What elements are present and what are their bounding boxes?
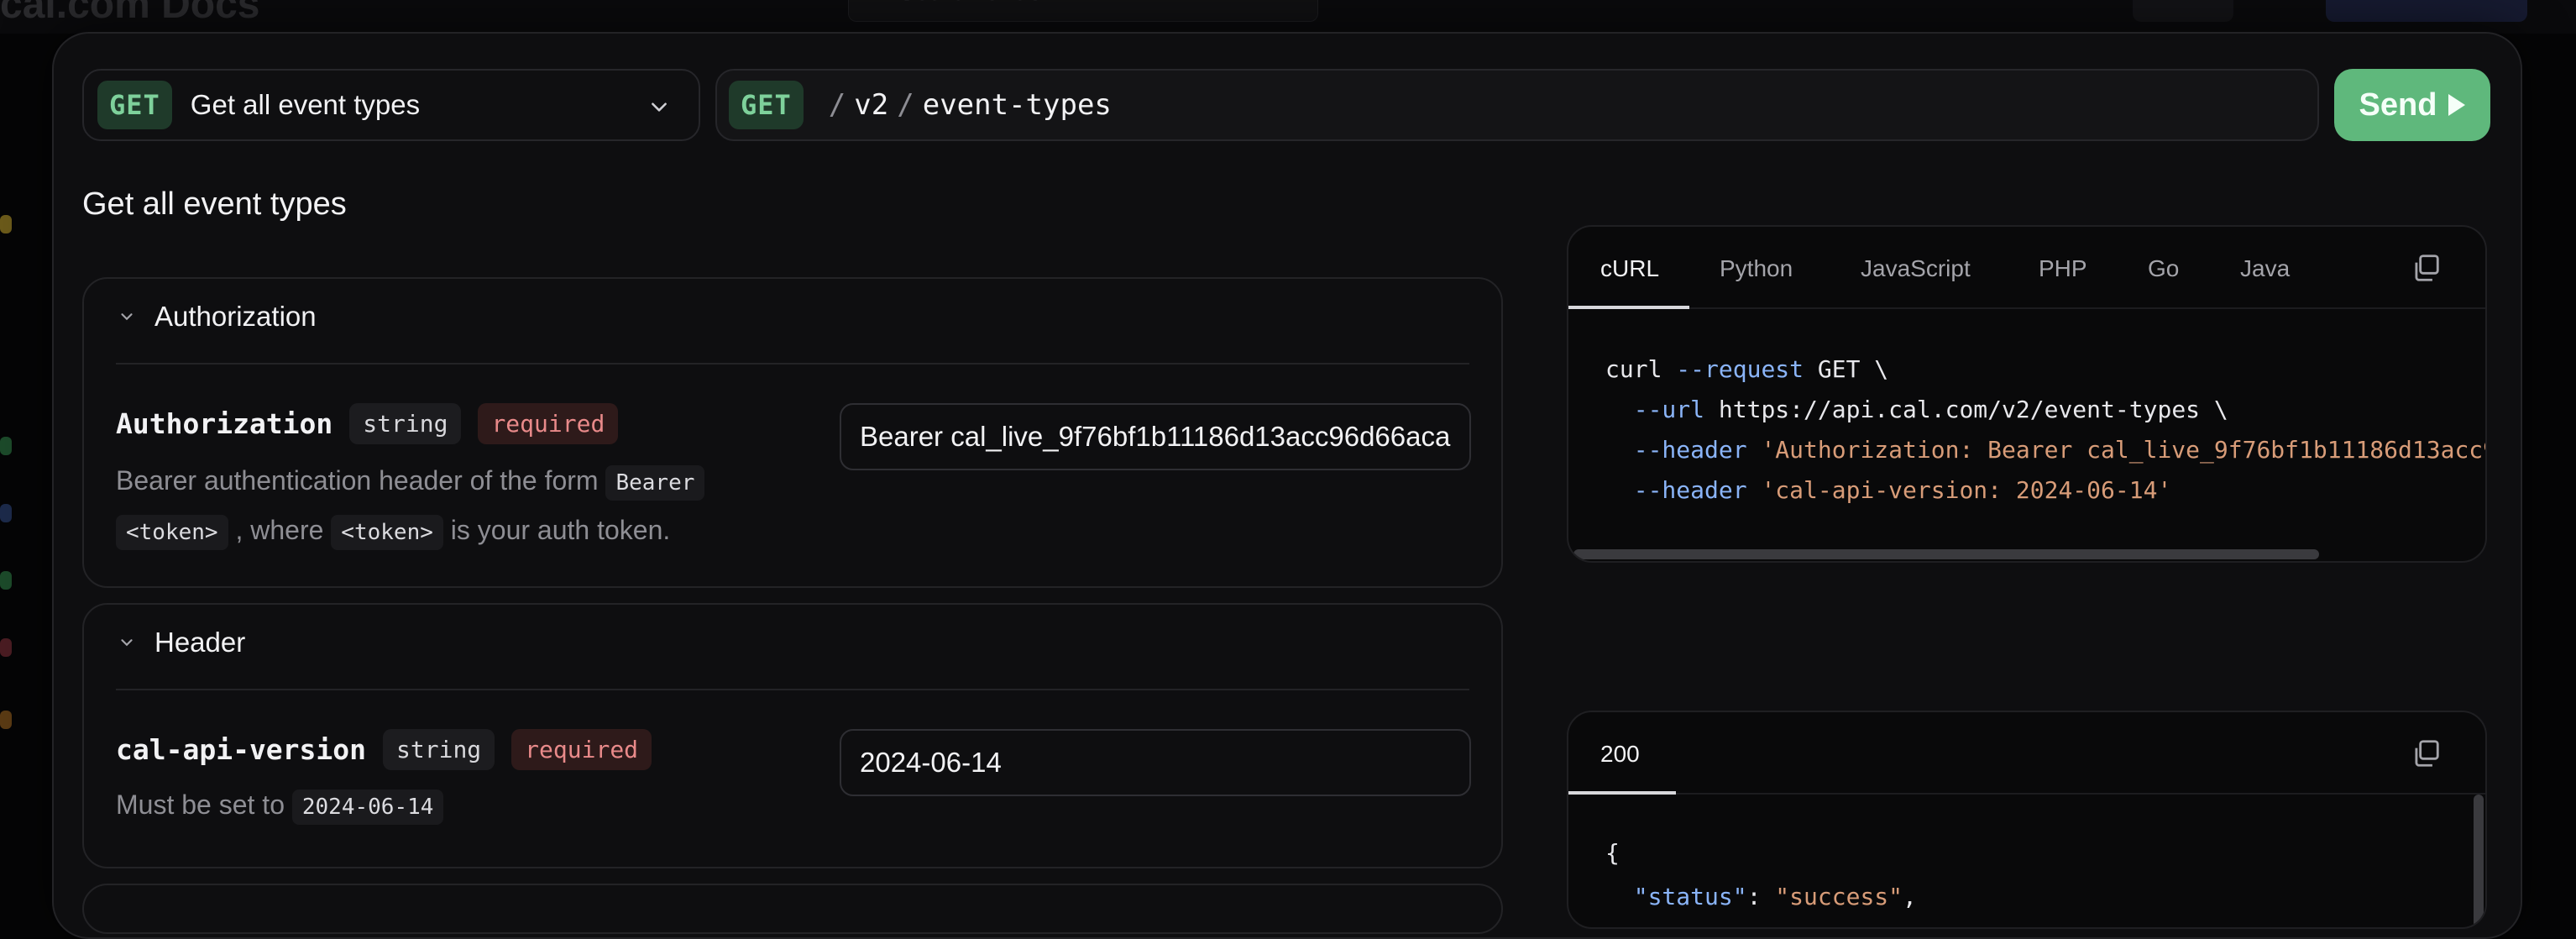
section-heading: Header — [154, 627, 246, 658]
header-section-toggle[interactable]: Header — [118, 627, 245, 658]
background-logo: cal.com Docs — [0, 0, 260, 27]
required-badge: required — [511, 729, 652, 770]
response-code: { "status": "success", — [1605, 839, 1917, 910]
tab-python[interactable]: Python — [1720, 255, 1793, 282]
header-section: Header cal-api-version string required M… — [82, 603, 1503, 868]
background-sidebar-dot — [0, 437, 12, 455]
divider — [116, 363, 1469, 365]
param-description: Bearer authentication header of the form… — [116, 457, 788, 556]
code-chip: Bearer — [605, 465, 705, 501]
background-sidebar-dot — [0, 638, 12, 657]
code-chip: <token> — [116, 515, 228, 550]
send-label: Send — [2359, 87, 2437, 123]
chevron-down-icon — [121, 313, 133, 321]
method-badge: GET — [729, 81, 804, 129]
authorization-input[interactable]: Bearer cal_live_9f76bf1b11186d13acc96d66… — [840, 403, 1471, 470]
background-topbar: cal.com Docs — [0, 0, 2576, 34]
page-title: Get all event types — [82, 186, 347, 222]
code-sample-panel: cURL Python JavaScript PHP Go Java curl … — [1567, 225, 2487, 563]
divider — [116, 689, 1469, 690]
required-badge: required — [478, 403, 619, 444]
background-button — [2326, 0, 2527, 22]
copy-icon[interactable] — [2410, 252, 2442, 284]
param-name: Authorization — [116, 407, 333, 440]
background-sidebar-dot — [0, 711, 12, 729]
authorization-section-toggle[interactable]: Authorization — [118, 301, 317, 333]
param-name: cal-api-version — [116, 733, 367, 766]
copy-icon[interactable] — [2410, 737, 2442, 769]
param-header: cal-api-version string required — [116, 729, 652, 770]
active-tab-indicator — [1568, 791, 1676, 795]
endpoint-select[interactable]: GET Get all event types — [82, 69, 700, 141]
url-segment: event-types — [922, 88, 1112, 122]
next-section — [82, 884, 1503, 934]
endpoint-title: Get all event types — [190, 89, 421, 120]
chevron-down-icon — [652, 102, 667, 112]
active-tab-indicator — [1568, 306, 1689, 309]
curl-code: curl --request GET \ --url https://api.c… — [1605, 355, 2487, 504]
tab-status-200[interactable]: 200 — [1600, 741, 1640, 768]
cal-api-version-input[interactable]: 2024-06-14 — [840, 729, 1471, 796]
response-panel: 200 { "status": "success", — [1567, 711, 2487, 929]
url-segment: v2 — [854, 88, 889, 122]
param-header: Authorization string required — [116, 403, 619, 444]
url-path: / v2 / event-types — [828, 88, 1112, 122]
tab-curl[interactable]: cURL — [1600, 255, 1659, 282]
response-tabs: 200 — [1568, 712, 2485, 795]
send-button[interactable]: Send — [2334, 69, 2490, 141]
authorization-section: Authorization Authorization string requi… — [82, 277, 1503, 588]
chevron-down-icon — [121, 639, 133, 647]
tab-java[interactable]: Java — [2240, 255, 2290, 282]
url-bar[interactable]: GET / v2 / event-types — [715, 69, 2319, 141]
play-icon — [2448, 94, 2466, 116]
background-sidebar-dot — [0, 571, 12, 590]
code-chip: <token> — [331, 515, 443, 550]
method-badge: GET — [97, 81, 172, 129]
code-chip: 2024-06-14 — [291, 789, 444, 825]
background-button — [2133, 0, 2233, 22]
type-badge: string — [349, 403, 462, 444]
vertical-scrollbar[interactable] — [2474, 795, 2484, 927]
background-search-placeholder: Search or ask... — [898, 0, 1075, 7]
tab-javascript[interactable]: JavaScript — [1861, 255, 1971, 282]
background-sidebar-dot — [0, 215, 12, 233]
language-tabs: cURL Python JavaScript PHP Go Java — [1568, 227, 2485, 309]
tab-php[interactable]: PHP — [2039, 255, 2087, 282]
tab-go[interactable]: Go — [2148, 255, 2179, 282]
section-heading: Authorization — [154, 301, 317, 332]
horizontal-scrollbar[interactable] — [1573, 549, 2319, 559]
background-sidebar-dot — [0, 504, 12, 522]
type-badge: string — [383, 729, 495, 770]
param-description: Must be set to 2024-06-14 — [116, 781, 444, 831]
